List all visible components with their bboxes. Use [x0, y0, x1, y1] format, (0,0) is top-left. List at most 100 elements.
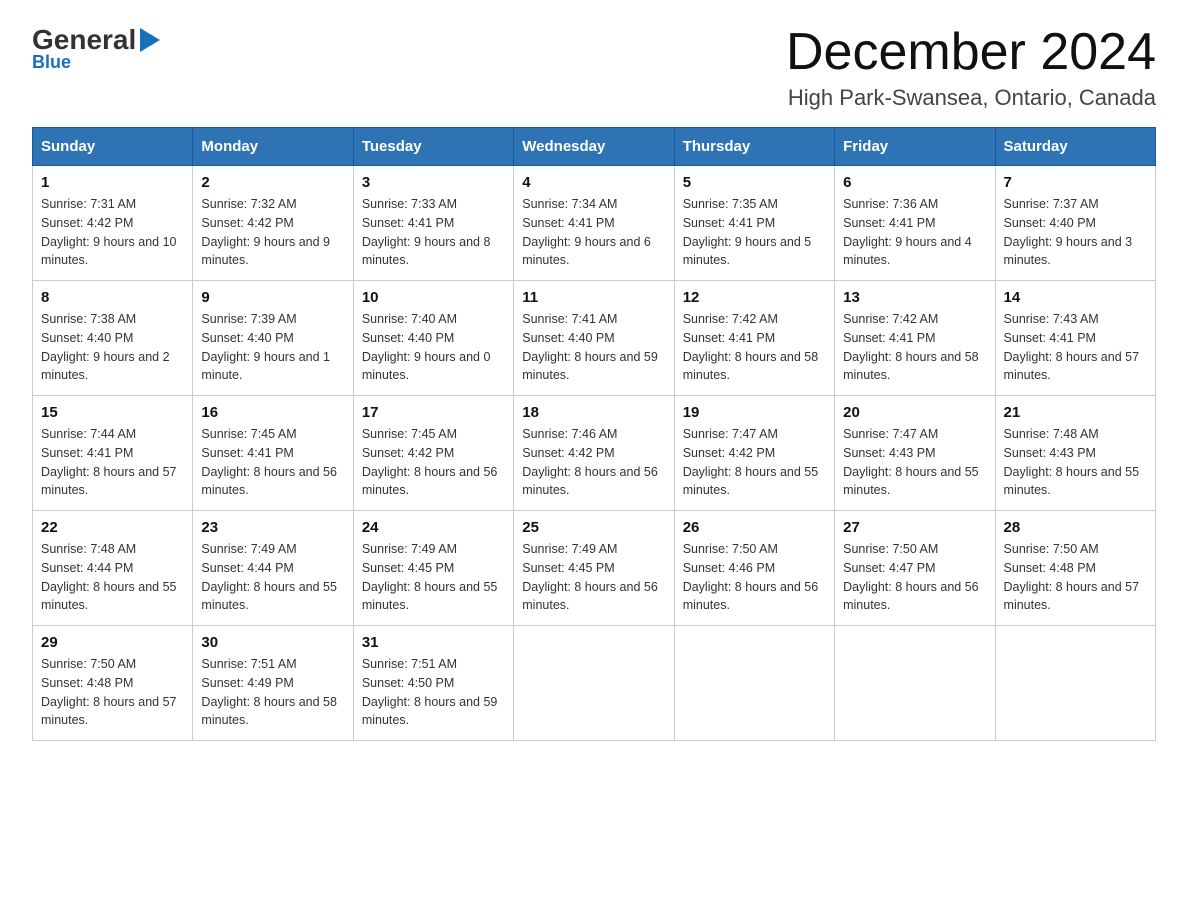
day-number: 15: [41, 404, 184, 421]
day-number: 10: [362, 289, 505, 306]
day-info: Sunrise: 7:51 AM Sunset: 4:50 PM Dayligh…: [362, 655, 505, 730]
table-row: 3 Sunrise: 7:33 AM Sunset: 4:41 PM Dayli…: [353, 166, 513, 281]
day-info: Sunrise: 7:33 AM Sunset: 4:41 PM Dayligh…: [362, 195, 505, 270]
day-number: 19: [683, 404, 826, 421]
logo: General Blue: [32, 24, 164, 73]
table-row: 18 Sunrise: 7:46 AM Sunset: 4:42 PM Dayl…: [514, 396, 674, 511]
day-info: Sunrise: 7:38 AM Sunset: 4:40 PM Dayligh…: [41, 310, 184, 385]
main-title: December 2024: [786, 24, 1156, 81]
calendar-table: Sunday Monday Tuesday Wednesday Thursday…: [32, 127, 1156, 741]
table-row: 17 Sunrise: 7:45 AM Sunset: 4:42 PM Dayl…: [353, 396, 513, 511]
table-row: [674, 626, 834, 741]
table-row: 27 Sunrise: 7:50 AM Sunset: 4:47 PM Dayl…: [835, 511, 995, 626]
day-info: Sunrise: 7:41 AM Sunset: 4:40 PM Dayligh…: [522, 310, 665, 385]
col-friday: Friday: [835, 128, 995, 166]
day-number: 25: [522, 519, 665, 536]
day-info: Sunrise: 7:49 AM Sunset: 4:45 PM Dayligh…: [522, 540, 665, 615]
table-row: 14 Sunrise: 7:43 AM Sunset: 4:41 PM Dayl…: [995, 281, 1155, 396]
day-number: 16: [201, 404, 344, 421]
day-info: Sunrise: 7:35 AM Sunset: 4:41 PM Dayligh…: [683, 195, 826, 270]
day-number: 6: [843, 174, 986, 191]
day-info: Sunrise: 7:43 AM Sunset: 4:41 PM Dayligh…: [1004, 310, 1147, 385]
day-number: 20: [843, 404, 986, 421]
table-row: 9 Sunrise: 7:39 AM Sunset: 4:40 PM Dayli…: [193, 281, 353, 396]
col-thursday: Thursday: [674, 128, 834, 166]
day-info: Sunrise: 7:51 AM Sunset: 4:49 PM Dayligh…: [201, 655, 344, 730]
table-row: 8 Sunrise: 7:38 AM Sunset: 4:40 PM Dayli…: [33, 281, 193, 396]
day-number: 24: [362, 519, 505, 536]
day-info: Sunrise: 7:47 AM Sunset: 4:42 PM Dayligh…: [683, 425, 826, 500]
table-row: 7 Sunrise: 7:37 AM Sunset: 4:40 PM Dayli…: [995, 166, 1155, 281]
table-row: 15 Sunrise: 7:44 AM Sunset: 4:41 PM Dayl…: [33, 396, 193, 511]
day-info: Sunrise: 7:42 AM Sunset: 4:41 PM Dayligh…: [843, 310, 986, 385]
table-row: 11 Sunrise: 7:41 AM Sunset: 4:40 PM Dayl…: [514, 281, 674, 396]
day-info: Sunrise: 7:50 AM Sunset: 4:48 PM Dayligh…: [1004, 540, 1147, 615]
table-row: [835, 626, 995, 741]
day-number: 3: [362, 174, 505, 191]
title-section: December 2024 High Park-Swansea, Ontario…: [786, 24, 1156, 111]
day-info: Sunrise: 7:45 AM Sunset: 4:42 PM Dayligh…: [362, 425, 505, 500]
days-of-week-row: Sunday Monday Tuesday Wednesday Thursday…: [33, 128, 1156, 166]
table-row: 4 Sunrise: 7:34 AM Sunset: 4:41 PM Dayli…: [514, 166, 674, 281]
col-tuesday: Tuesday: [353, 128, 513, 166]
table-row: 12 Sunrise: 7:42 AM Sunset: 4:41 PM Dayl…: [674, 281, 834, 396]
day-number: 5: [683, 174, 826, 191]
day-number: 28: [1004, 519, 1147, 536]
page-header: General Blue December 2024 High Park-Swa…: [32, 24, 1156, 111]
col-saturday: Saturday: [995, 128, 1155, 166]
day-number: 13: [843, 289, 986, 306]
table-row: 2 Sunrise: 7:32 AM Sunset: 4:42 PM Dayli…: [193, 166, 353, 281]
table-row: 1 Sunrise: 7:31 AM Sunset: 4:42 PM Dayli…: [33, 166, 193, 281]
day-info: Sunrise: 7:50 AM Sunset: 4:46 PM Dayligh…: [683, 540, 826, 615]
table-row: 23 Sunrise: 7:49 AM Sunset: 4:44 PM Dayl…: [193, 511, 353, 626]
table-row: 16 Sunrise: 7:45 AM Sunset: 4:41 PM Dayl…: [193, 396, 353, 511]
day-info: Sunrise: 7:49 AM Sunset: 4:44 PM Dayligh…: [201, 540, 344, 615]
day-number: 1: [41, 174, 184, 191]
col-sunday: Sunday: [33, 128, 193, 166]
table-row: [514, 626, 674, 741]
day-number: 4: [522, 174, 665, 191]
day-info: Sunrise: 7:42 AM Sunset: 4:41 PM Dayligh…: [683, 310, 826, 385]
table-row: 20 Sunrise: 7:47 AM Sunset: 4:43 PM Dayl…: [835, 396, 995, 511]
location-subtitle: High Park-Swansea, Ontario, Canada: [786, 85, 1156, 111]
calendar-week-row: 15 Sunrise: 7:44 AM Sunset: 4:41 PM Dayl…: [33, 396, 1156, 511]
day-number: 30: [201, 634, 344, 651]
table-row: 21 Sunrise: 7:48 AM Sunset: 4:43 PM Dayl…: [995, 396, 1155, 511]
day-info: Sunrise: 7:36 AM Sunset: 4:41 PM Dayligh…: [843, 195, 986, 270]
day-info: Sunrise: 7:50 AM Sunset: 4:48 PM Dayligh…: [41, 655, 184, 730]
day-info: Sunrise: 7:47 AM Sunset: 4:43 PM Dayligh…: [843, 425, 986, 500]
day-number: 31: [362, 634, 505, 651]
day-info: Sunrise: 7:45 AM Sunset: 4:41 PM Dayligh…: [201, 425, 344, 500]
day-info: Sunrise: 7:46 AM Sunset: 4:42 PM Dayligh…: [522, 425, 665, 500]
day-number: 17: [362, 404, 505, 421]
table-row: [995, 626, 1155, 741]
day-number: 29: [41, 634, 184, 651]
day-number: 8: [41, 289, 184, 306]
day-number: 9: [201, 289, 344, 306]
table-row: 31 Sunrise: 7:51 AM Sunset: 4:50 PM Dayl…: [353, 626, 513, 741]
table-row: 25 Sunrise: 7:49 AM Sunset: 4:45 PM Dayl…: [514, 511, 674, 626]
table-row: 13 Sunrise: 7:42 AM Sunset: 4:41 PM Dayl…: [835, 281, 995, 396]
day-number: 26: [683, 519, 826, 536]
day-info: Sunrise: 7:34 AM Sunset: 4:41 PM Dayligh…: [522, 195, 665, 270]
day-number: 27: [843, 519, 986, 536]
day-info: Sunrise: 7:48 AM Sunset: 4:44 PM Dayligh…: [41, 540, 184, 615]
day-number: 21: [1004, 404, 1147, 421]
table-row: 6 Sunrise: 7:36 AM Sunset: 4:41 PM Dayli…: [835, 166, 995, 281]
day-info: Sunrise: 7:31 AM Sunset: 4:42 PM Dayligh…: [41, 195, 184, 270]
table-row: 30 Sunrise: 7:51 AM Sunset: 4:49 PM Dayl…: [193, 626, 353, 741]
day-number: 7: [1004, 174, 1147, 191]
table-row: 10 Sunrise: 7:40 AM Sunset: 4:40 PM Dayl…: [353, 281, 513, 396]
table-row: 29 Sunrise: 7:50 AM Sunset: 4:48 PM Dayl…: [33, 626, 193, 741]
calendar-week-row: 29 Sunrise: 7:50 AM Sunset: 4:48 PM Dayl…: [33, 626, 1156, 741]
day-number: 18: [522, 404, 665, 421]
calendar-week-row: 22 Sunrise: 7:48 AM Sunset: 4:44 PM Dayl…: [33, 511, 1156, 626]
day-number: 11: [522, 289, 665, 306]
table-row: 26 Sunrise: 7:50 AM Sunset: 4:46 PM Dayl…: [674, 511, 834, 626]
table-row: 22 Sunrise: 7:48 AM Sunset: 4:44 PM Dayl…: [33, 511, 193, 626]
calendar-week-row: 1 Sunrise: 7:31 AM Sunset: 4:42 PM Dayli…: [33, 166, 1156, 281]
day-info: Sunrise: 7:40 AM Sunset: 4:40 PM Dayligh…: [362, 310, 505, 385]
day-number: 12: [683, 289, 826, 306]
table-row: 28 Sunrise: 7:50 AM Sunset: 4:48 PM Dayl…: [995, 511, 1155, 626]
logo-blue-text: Blue: [32, 52, 71, 73]
